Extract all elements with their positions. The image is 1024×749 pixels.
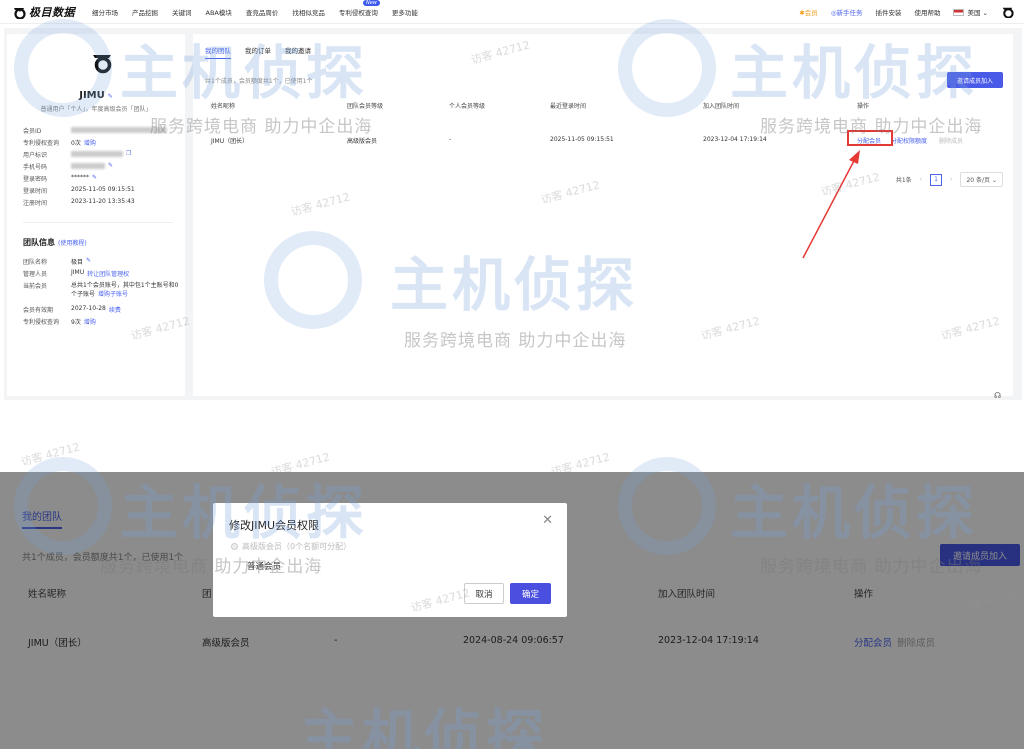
edit-permission-dialog: 修改JIMU会员权限 ✕ 高级版会员（0个名额可分配） 普通会员 取消 确定 xyxy=(213,503,567,617)
modal-screenshot: 我的团队 共1个成员，会员额度共1个，已使用1个 邀请成员加入 姓名昵称 团 加… xyxy=(0,472,1024,749)
help-float-icon[interactable]: ☊ xyxy=(994,391,1001,400)
radio-icon xyxy=(231,543,238,550)
option-advanced-label: 高级版会员（0个名额可分配） xyxy=(242,542,352,551)
close-icon[interactable]: ✕ xyxy=(542,513,553,528)
confirm-button[interactable]: 确定 xyxy=(510,583,551,604)
option-normal[interactable]: 普通会员 xyxy=(247,560,281,572)
annotation-arrow-icon xyxy=(802,150,860,259)
watermark-visitor: 访客 42712 xyxy=(19,440,82,469)
cancel-button[interactable]: 取消 xyxy=(464,583,504,604)
dialog-title: 修改JIMU会员权限 xyxy=(229,519,320,532)
option-advanced: 高级版会员（0个名额可分配） xyxy=(231,541,351,552)
